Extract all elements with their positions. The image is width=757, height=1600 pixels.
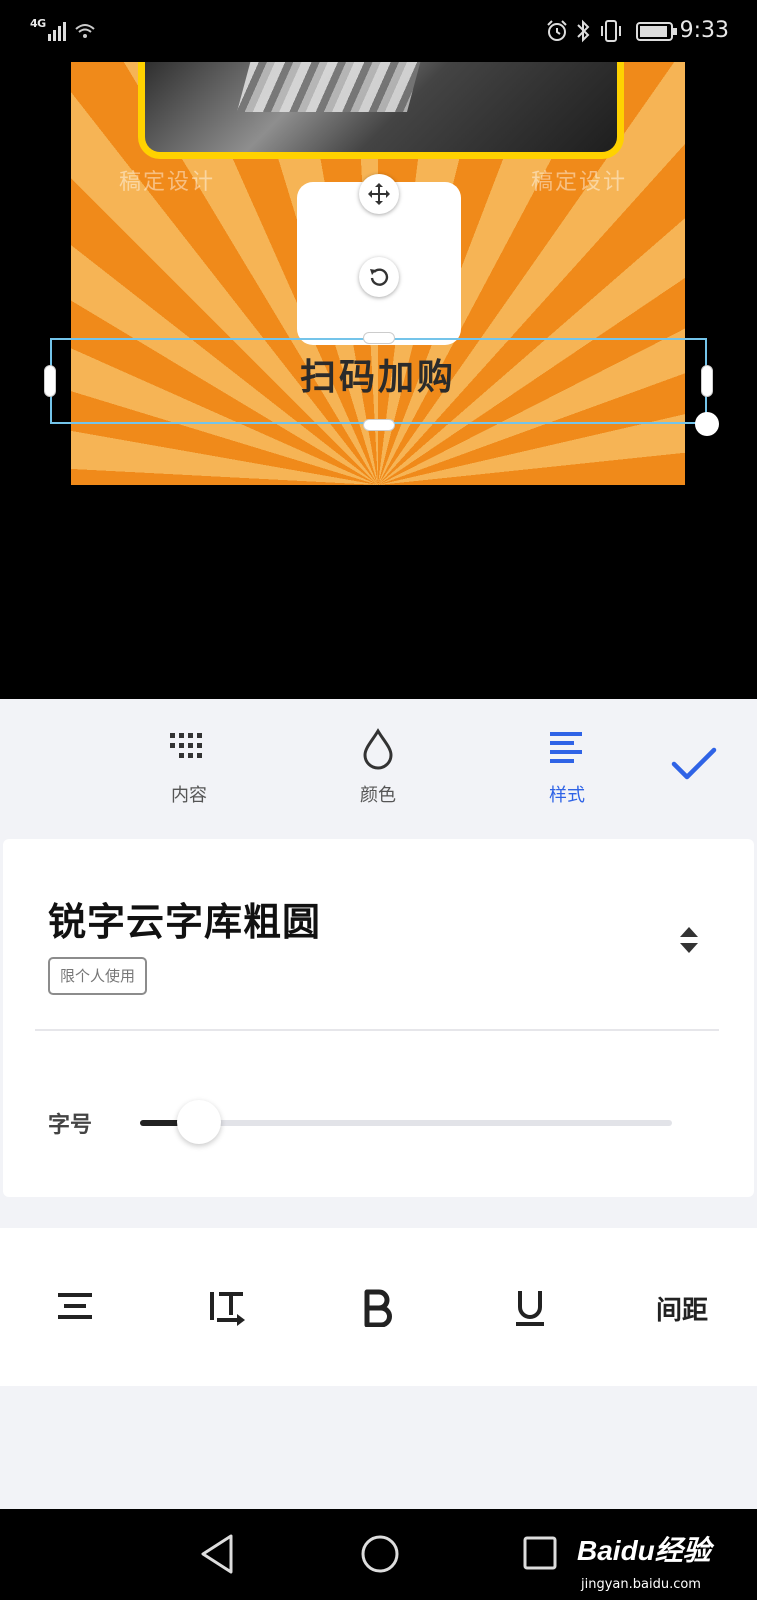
- move-icon: [368, 183, 390, 205]
- tab-style-label: 样式: [549, 785, 585, 806]
- tab-style[interactable]: 样式: [507, 727, 627, 807]
- text-style-toolbar: 间距: [0, 1228, 757, 1386]
- product-photo[interactable]: [138, 62, 624, 159]
- check-icon: [671, 747, 717, 780]
- align-left-icon: [550, 732, 582, 763]
- baidu-watermark-url: jingyan.baidu.com: [581, 1577, 701, 1592]
- system-nav-bar: Baidu经验 jingyan.baidu.com: [0, 1509, 757, 1600]
- network-type: 4G: [30, 17, 46, 30]
- battery-icon: [636, 22, 677, 41]
- align-center-icon: [58, 1293, 92, 1319]
- watermark-left: 稿定设计: [119, 170, 216, 195]
- scale-handle[interactable]: [695, 412, 719, 436]
- spacing-button[interactable]: 间距: [646, 1278, 718, 1338]
- rotate-icon: [370, 268, 389, 286]
- vibrate-icon: [601, 20, 621, 42]
- tab-content-label: 内容: [171, 785, 207, 806]
- resize-handle-left[interactable]: [44, 365, 56, 397]
- font-size-slider-knob[interactable]: [177, 1100, 221, 1144]
- edit-panel: 内容 颜色 样式 锐字云字库粗圆 限个人使用 字号 间距: [0, 699, 757, 1509]
- font-name[interactable]: 锐字云字库粗圆: [48, 891, 321, 946]
- tab-content[interactable]: 内容: [129, 727, 249, 807]
- confirm-button[interactable]: [670, 744, 718, 788]
- resize-handle-top[interactable]: [363, 332, 395, 344]
- bluetooth-icon: [577, 19, 590, 43]
- tab-color[interactable]: 颜色: [318, 727, 438, 807]
- back-icon[interactable]: [197, 1532, 237, 1576]
- font-size-label: 字号: [48, 1113, 93, 1138]
- spacing-label: 间距: [655, 1295, 708, 1326]
- sort-arrows-icon[interactable]: [677, 925, 701, 955]
- resize-handle-right[interactable]: [701, 365, 713, 397]
- font-settings-card: 锐字云字库粗圆 限个人使用 字号: [3, 839, 754, 1197]
- grid-icon: [170, 733, 202, 758]
- vertical-text-icon: [210, 1292, 245, 1326]
- bold-button[interactable]: [343, 1278, 413, 1338]
- recents-icon[interactable]: [521, 1534, 561, 1574]
- underline-button[interactable]: [495, 1278, 565, 1338]
- droplet-icon: [363, 728, 393, 770]
- home-icon[interactable]: [358, 1532, 402, 1576]
- watermark-right: 稿定设计: [531, 170, 628, 195]
- license-badge: 限个人使用: [48, 957, 148, 995]
- alarm-icon: [547, 20, 567, 41]
- divider: [35, 1029, 719, 1031]
- vertical-text-button[interactable]: [192, 1278, 262, 1338]
- status-bar: 4G 9:33: [0, 0, 757, 62]
- bold-icon: [364, 1289, 392, 1327]
- tab-color-label: 颜色: [360, 785, 396, 806]
- signal-icon: [48, 22, 66, 41]
- align-center-button[interactable]: [40, 1278, 110, 1338]
- underline-icon: [516, 1291, 544, 1326]
- wifi-icon: [75, 24, 95, 38]
- baidu-watermark-main: Baidu经验: [577, 1535, 711, 1566]
- rotate-handle-button[interactable]: [359, 257, 399, 297]
- baidu-watermark: Baidu经验 jingyan.baidu.com: [577, 1529, 711, 1592]
- clock: 9:33: [679, 18, 729, 43]
- watch-band-image: [236, 62, 424, 112]
- move-handle-button[interactable]: [359, 174, 399, 214]
- selection-box: [50, 338, 707, 424]
- resize-handle-bottom[interactable]: [363, 419, 395, 431]
